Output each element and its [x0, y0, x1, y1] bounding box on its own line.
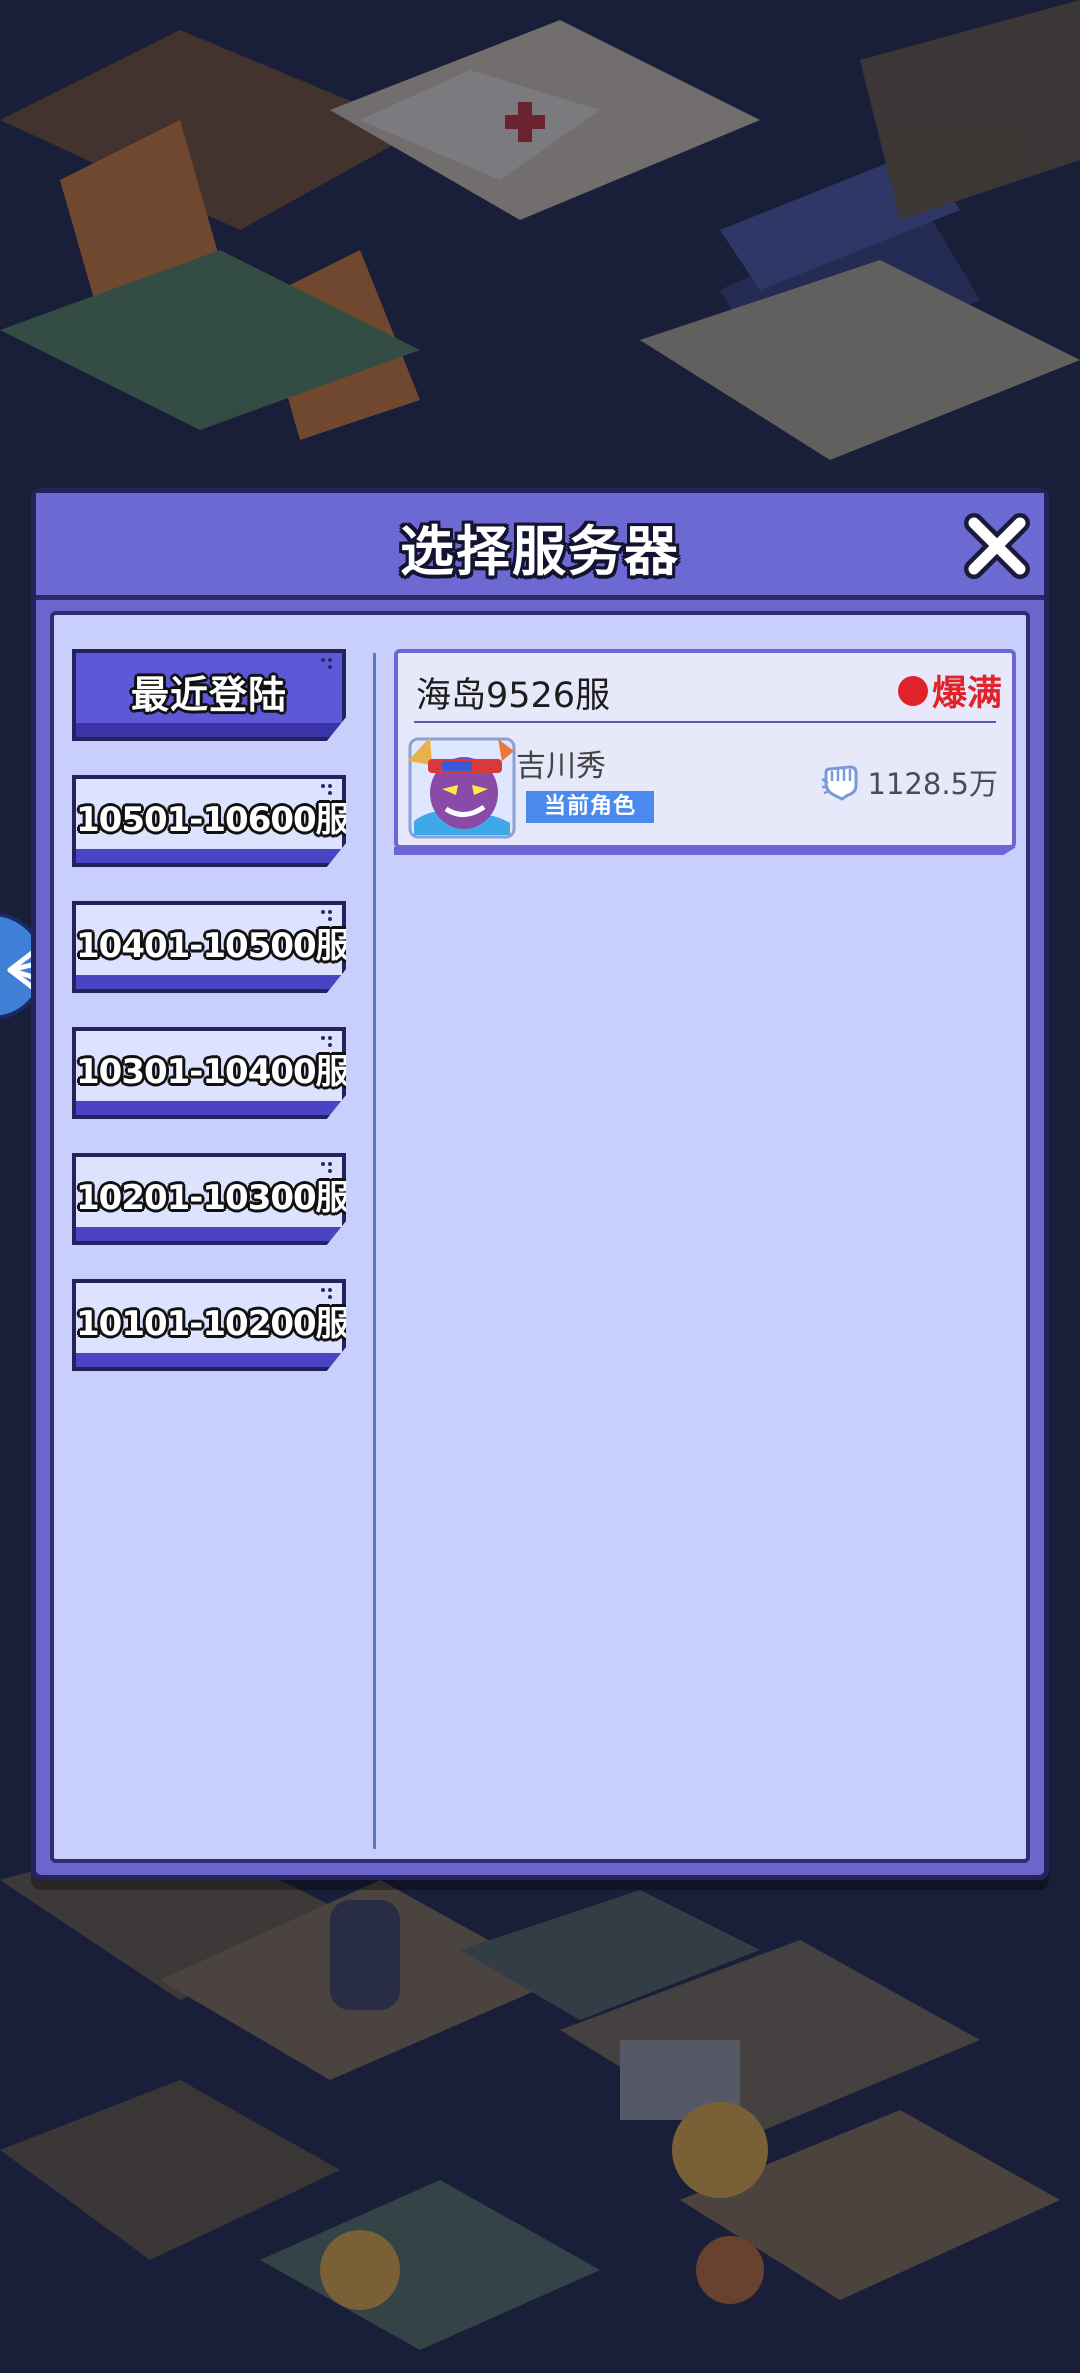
- server-status: 爆满: [897, 665, 1002, 716]
- server-select-dialog: 选择服务器 最近登陆 10501-10600服 10401-10500服 103…: [31, 488, 1049, 1880]
- tab-label: 10301-10400服: [76, 1052, 349, 1092]
- tab-label: 10101-10200服: [76, 1304, 349, 1344]
- tab-label: 10501-10600服: [76, 800, 349, 840]
- current-role-badge: 当前角色: [526, 791, 654, 823]
- tab-recent-login[interactable]: 最近登陆: [72, 649, 346, 741]
- tab-server-range-10501[interactable]: 10501-10600服: [72, 775, 346, 867]
- close-button[interactable]: [964, 513, 1030, 579]
- dialog-title: 选择服务器: [400, 520, 680, 583]
- server-card[interactable]: 海岛9526服 爆满 吉川秀 当前角色 1128.5万: [394, 649, 1016, 849]
- dialog-body: 最近登陆 10501-10600服 10401-10500服 10301-104…: [50, 611, 1030, 1863]
- character-name: 吉川秀: [516, 749, 606, 784]
- tab-label: 最近登陆: [130, 673, 287, 717]
- dialog-header: 选择服务器: [36, 493, 1044, 600]
- tab-label: 10401-10500服: [76, 926, 349, 966]
- avatar: [408, 737, 516, 839]
- sidebar-divider: [373, 653, 376, 1849]
- card-divider: [414, 721, 996, 723]
- power-value: 1128.5万: [867, 767, 998, 801]
- tab-server-range-10301[interactable]: 10301-10400服: [72, 1027, 346, 1119]
- server-status-label: 爆满: [931, 674, 1002, 714]
- server-name: 海岛9526服: [416, 676, 611, 716]
- combat-power: 1128.5万: [820, 761, 998, 803]
- tab-server-range-10201[interactable]: 10201-10300服: [72, 1153, 346, 1245]
- tab-server-range-10401[interactable]: 10401-10500服: [72, 901, 346, 993]
- fist-icon: [820, 765, 858, 801]
- status-dot-icon: [897, 675, 928, 706]
- tab-label: 10201-10300服: [76, 1178, 349, 1218]
- close-icon: [964, 513, 1030, 579]
- game-screen: 选择服务器 最近登陆 10501-10600服 10401-10500服 103…: [0, 0, 1080, 2373]
- tab-server-range-10101[interactable]: 10101-10200服: [72, 1279, 346, 1371]
